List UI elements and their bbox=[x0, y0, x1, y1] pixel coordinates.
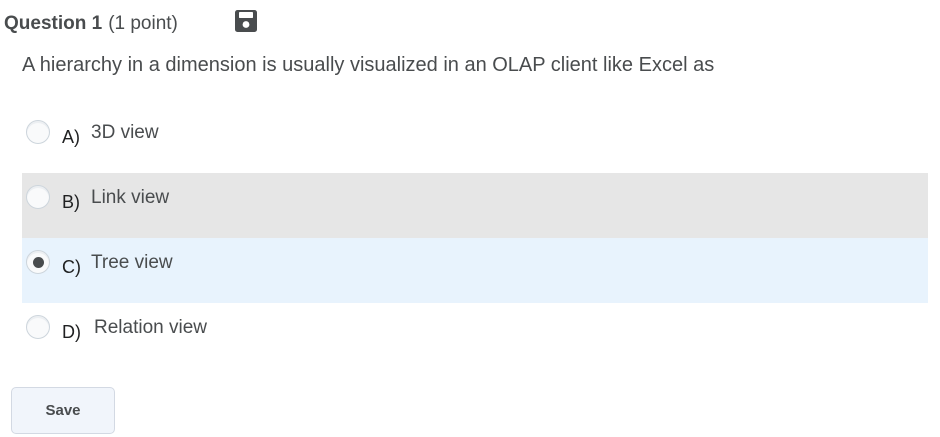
floppy-disk-icon[interactable] bbox=[234, 9, 258, 33]
answer-choices: A) 3D view B) Link view C) Tree view D) … bbox=[22, 108, 928, 368]
question-title: Question 1 bbox=[4, 13, 103, 34]
radio-button[interactable] bbox=[26, 315, 50, 339]
choice-text: Tree view bbox=[91, 252, 173, 273]
choice-d[interactable]: D) Relation view bbox=[22, 303, 928, 368]
question-header: Question 1 (1 point) bbox=[4, 10, 178, 38]
save-button[interactable]: Save bbox=[11, 387, 115, 434]
choice-a[interactable]: A) 3D view bbox=[22, 108, 928, 173]
choice-letter: B) bbox=[62, 192, 80, 212]
choice-b[interactable]: B) Link view bbox=[22, 173, 928, 238]
question-prompt: A hierarchy in a dimension is usually vi… bbox=[22, 54, 715, 76]
radio-button[interactable] bbox=[26, 185, 50, 209]
choice-text: 3D view bbox=[91, 122, 159, 143]
choice-letter: A) bbox=[62, 127, 80, 147]
radio-button-selected[interactable] bbox=[26, 250, 50, 274]
radio-button[interactable] bbox=[26, 120, 50, 144]
choice-c[interactable]: C) Tree view bbox=[22, 238, 928, 303]
choice-letter: D) bbox=[62, 322, 81, 342]
choice-text: Link view bbox=[91, 187, 170, 208]
choice-text: Relation view bbox=[94, 317, 207, 338]
choice-letter: C) bbox=[62, 257, 81, 277]
quiz-question: Question 1 (1 point) A hierarchy in a di… bbox=[0, 0, 940, 437]
question-points: (1 point) bbox=[108, 13, 178, 34]
